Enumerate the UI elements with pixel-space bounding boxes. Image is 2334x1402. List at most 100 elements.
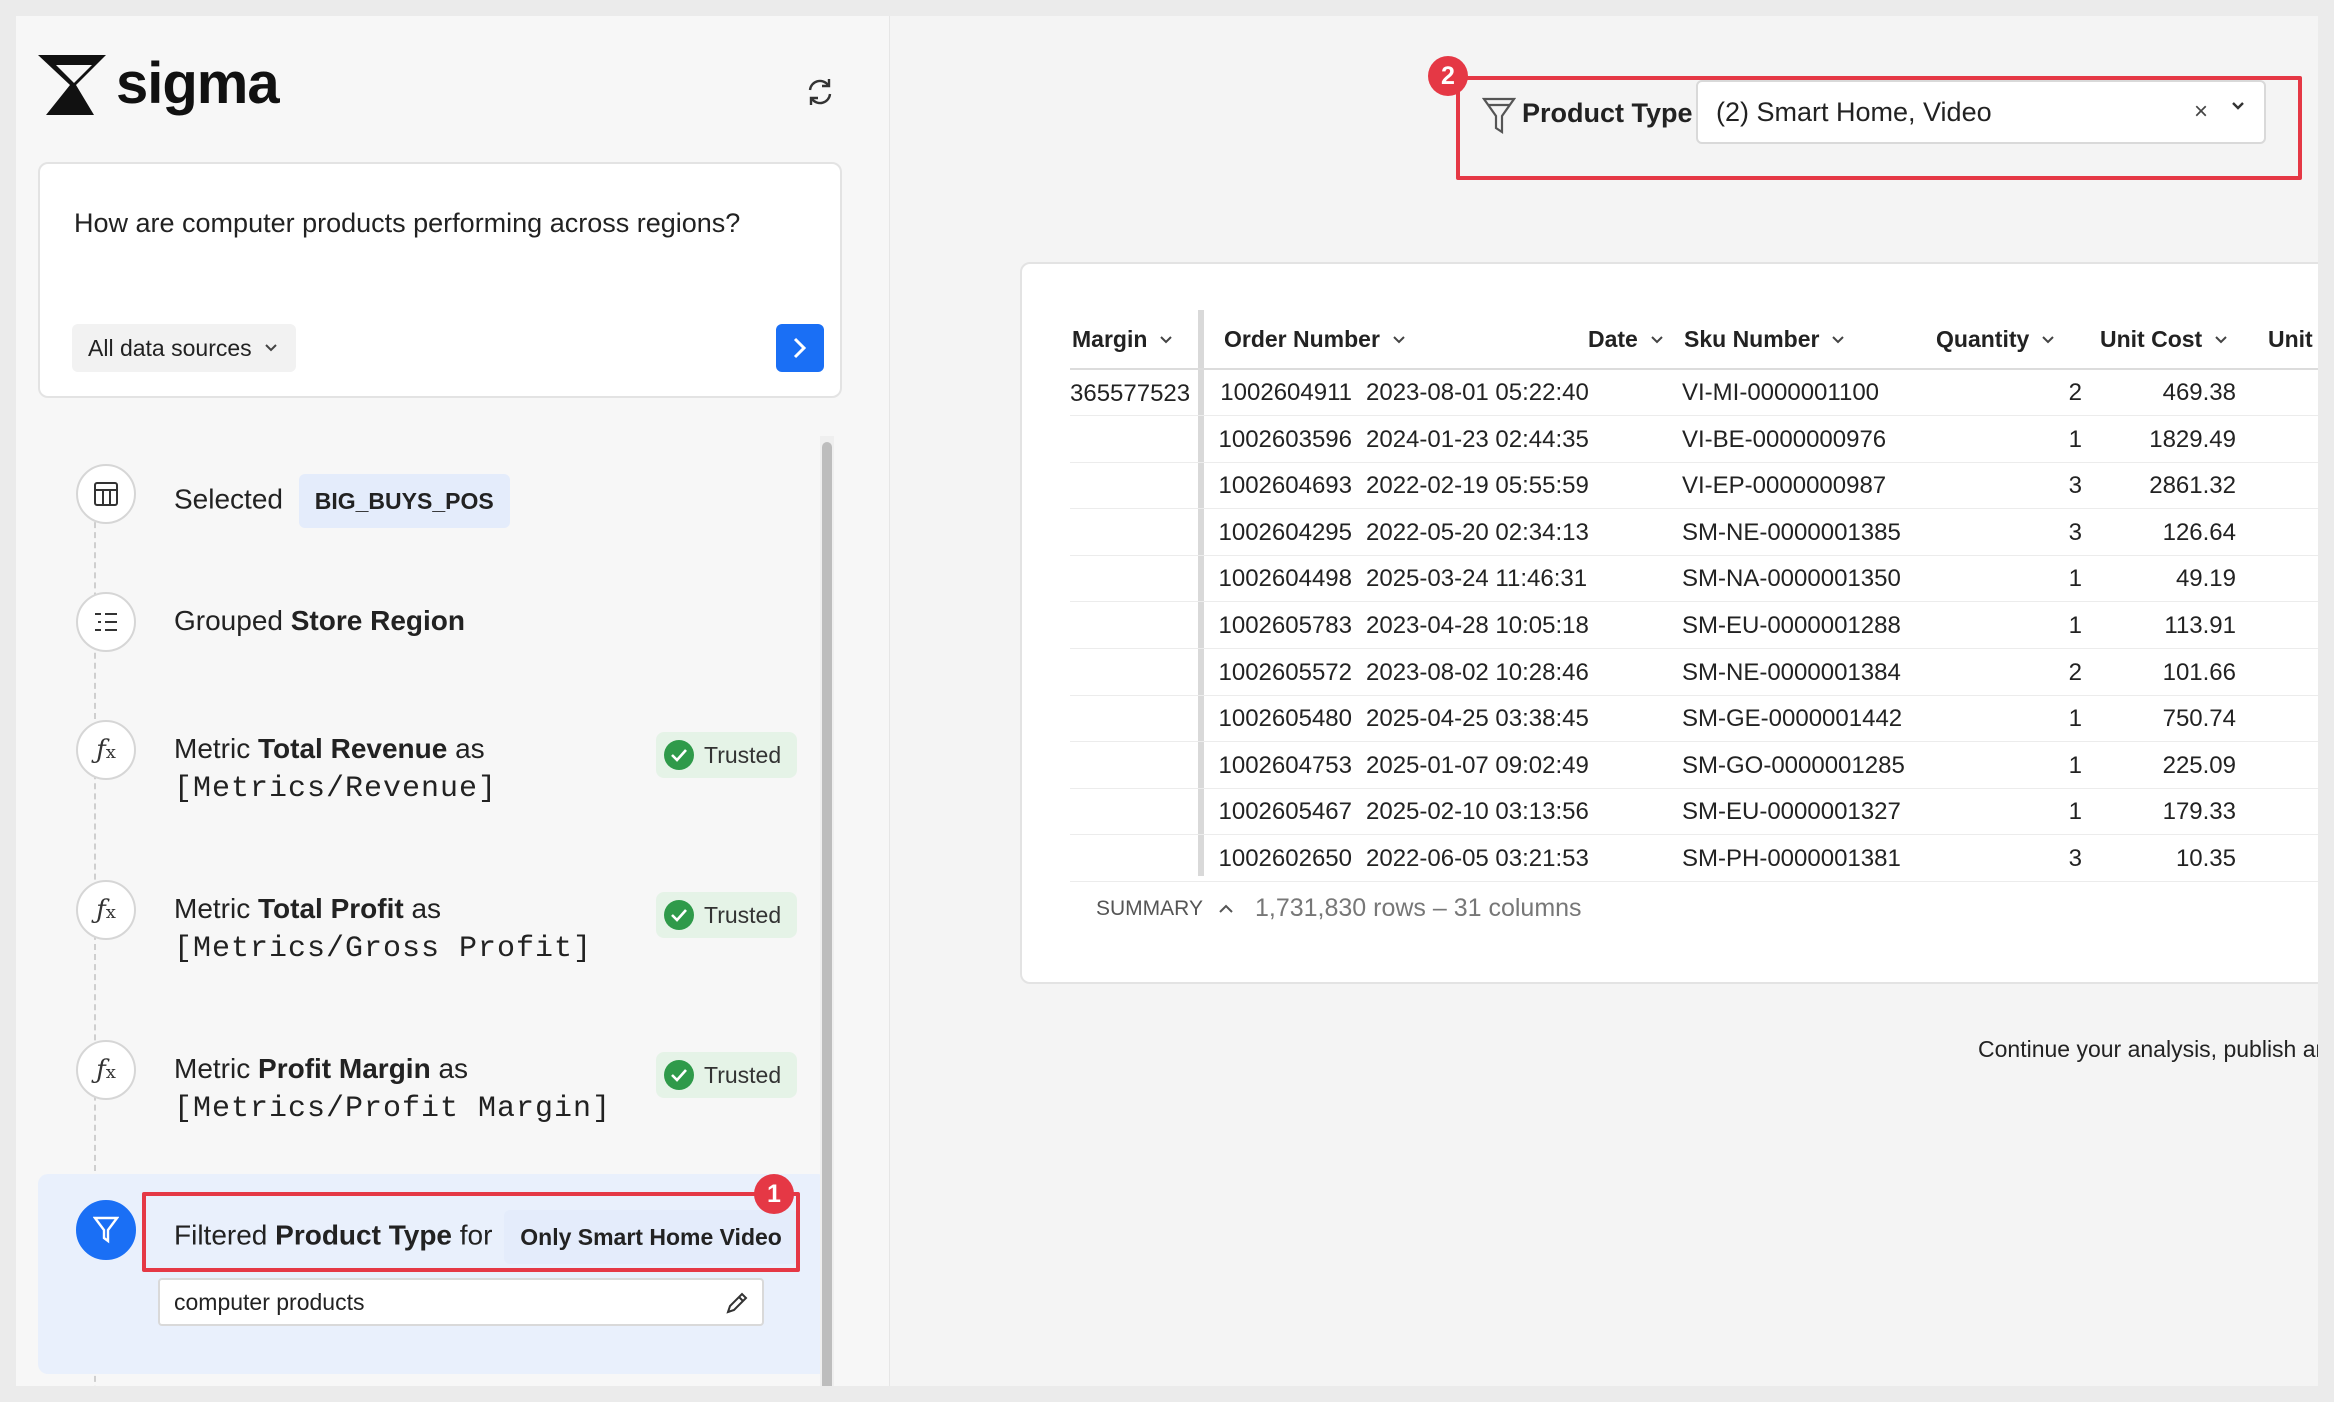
column-header-order-number[interactable]: Order Number bbox=[1224, 326, 1406, 353]
quantity-cell: 1 bbox=[2068, 751, 2082, 779]
table-row[interactable]: 1002604295 2022-05-20 02:34:13 SM-NE-00000… bbox=[1070, 510, 2318, 556]
group-icon bbox=[76, 592, 136, 652]
step-prefix: Grouped bbox=[174, 605, 283, 636]
table-row[interactable]: 1002605783 2023-04-28 10:05:18 SM-EU-00000… bbox=[1070, 603, 2318, 649]
chevron-up-icon bbox=[1219, 904, 1233, 913]
quantity-cell: 3 bbox=[2068, 518, 2082, 546]
column-header-sku-number[interactable]: Sku Number bbox=[1684, 326, 1845, 353]
column-header-unit-cost[interactable]: Unit Cost bbox=[2100, 326, 2228, 353]
column-label: Order Number bbox=[1224, 326, 1380, 352]
filter-description-text: computer products bbox=[174, 1288, 365, 1315]
column-label: Sku Number bbox=[1684, 326, 1820, 352]
table-row[interactable]: 1002604693 2022-02-19 05:55:59 VI-EP-00000… bbox=[1070, 463, 2318, 510]
sku-number-cell: SM-NE-0000001385 bbox=[1682, 518, 1901, 546]
chevron-down-icon bbox=[1160, 335, 1173, 343]
sku-number-cell: SM-PH-0000001381 bbox=[1682, 845, 1901, 872]
refresh-icon[interactable] bbox=[800, 72, 840, 112]
chevron-down-icon bbox=[1832, 335, 1845, 343]
table-icon bbox=[76, 464, 136, 524]
step-prefix: Metric bbox=[174, 1053, 251, 1084]
annotation-box-1 bbox=[142, 1192, 800, 1272]
date-cell: 2022-02-19 05:55:59 bbox=[1366, 472, 1589, 500]
order-number-cell: 1002604753 bbox=[1218, 751, 1352, 779]
annotation-badge-1: 1 bbox=[754, 1174, 794, 1214]
quantity-cell: 2 bbox=[2068, 379, 2082, 406]
column-header-unit-price[interactable]: Unit F bbox=[2268, 326, 2318, 353]
step-formula: [Metrics/Gross Profit] bbox=[174, 932, 593, 966]
column-header-quantity[interactable]: Quantity bbox=[1936, 326, 2055, 353]
trusted-label: Trusted bbox=[704, 741, 782, 768]
order-number-cell: 1002605572 bbox=[1218, 658, 1352, 686]
step-suffix: as bbox=[411, 893, 442, 924]
table-row[interactable]: 1002605480 2025-04-25 03:38:45 SM-GE-00000… bbox=[1070, 696, 2318, 743]
app-frame: sigma How are computer products performi… bbox=[16, 16, 2318, 1386]
question-text[interactable]: How are computer products performing acr… bbox=[74, 208, 740, 239]
pencil-icon[interactable] bbox=[724, 1290, 750, 1316]
question-box[interactable]: How are computer products performing acr… bbox=[38, 162, 842, 398]
unit-cost-cell: 126.64 bbox=[2162, 518, 2236, 546]
chevron-down-icon bbox=[2215, 335, 2227, 343]
table-row[interactable]: 1002604911 2023-08-01 05:22:40 VI-MI-00000… bbox=[1070, 370, 2318, 416]
order-number-cell: 1002605783 bbox=[1218, 612, 1352, 639]
check-icon bbox=[664, 740, 694, 770]
step-suffix: as bbox=[455, 733, 485, 764]
table-row[interactable]: 1002603596 2024-01-23 02:44:35 VI-BE-00000… bbox=[1070, 417, 2318, 463]
scrollbar-thumb[interactable] bbox=[822, 442, 832, 1386]
date-cell: 2025-03-24 11:46:31 bbox=[1366, 565, 1588, 593]
column-header-date[interactable]: Date bbox=[1588, 326, 1664, 353]
unit-cost-cell: 101.66 bbox=[2162, 658, 2236, 686]
step-text: Metric Total Profit as [Metrics/Gross Pr… bbox=[174, 890, 592, 968]
table-row[interactable]: 1002605572 2023-08-02 10:28:46 SM-NE-00000… bbox=[1070, 650, 2318, 696]
unit-cost-cell: 179.33 bbox=[2162, 798, 2236, 826]
table-row[interactable]: 1002604498 2025-03-24 11:46:31 SM-NA-00000… bbox=[1070, 556, 2318, 603]
chevron-down-icon bbox=[264, 344, 277, 352]
quantity-cell: 1 bbox=[2068, 798, 2082, 826]
step-field: Total Revenue bbox=[258, 733, 448, 764]
sku-number-cell: SM-NE-0000001384 bbox=[1682, 658, 1901, 686]
quantity-cell: 2 bbox=[2068, 658, 2082, 686]
step-field: Store Region bbox=[290, 605, 465, 636]
sigma-logo: sigma bbox=[36, 50, 280, 117]
quantity-cell: 1 bbox=[2068, 425, 2082, 453]
unit-cost-cell: 750.74 bbox=[2162, 705, 2236, 733]
date-cell: 2024-01-23 02:44:35 bbox=[1366, 425, 1589, 453]
function-icon: ƒx bbox=[76, 720, 136, 780]
data-sources-label: All data sources bbox=[88, 334, 252, 361]
table-header: Margin Order Number Date Sku Number Quan… bbox=[1070, 310, 2318, 370]
check-icon bbox=[664, 900, 694, 930]
sku-number-cell: SM-NA-0000001350 bbox=[1682, 565, 1901, 593]
date-cell: 2023-04-28 10:05:18 bbox=[1366, 612, 1589, 639]
date-cell: 2022-05-20 02:34:13 bbox=[1366, 518, 1589, 546]
data-sources-dropdown[interactable]: All data sources bbox=[72, 324, 296, 372]
column-label: Date bbox=[1588, 326, 1638, 352]
table-row[interactable]: 1002602650 2022-06-05 03:21:53 SM-PH-00000… bbox=[1070, 836, 2318, 882]
check-icon bbox=[664, 1060, 694, 1090]
step-field: Profit Margin bbox=[258, 1053, 431, 1084]
step-prefix: Metric bbox=[174, 893, 251, 924]
order-number-cell: 1002604498 bbox=[1218, 565, 1352, 593]
table-row[interactable]: 1002604753 2025-01-07 09:02:49 SM-GO-00000… bbox=[1070, 743, 2318, 789]
step-text: Grouped Store Region bbox=[174, 602, 465, 640]
column-label: Unit F bbox=[2268, 326, 2318, 352]
filter-description-input[interactable]: computer products bbox=[158, 1278, 764, 1326]
step-formula: [Metrics/Revenue] bbox=[174, 772, 498, 806]
date-cell: 2023-08-01 05:22:40 bbox=[1366, 379, 1589, 406]
trusted-badge: Trusted bbox=[656, 732, 798, 778]
date-cell: 2023-08-02 10:28:46 bbox=[1366, 658, 1589, 686]
table-row[interactable]: 1002605467 2025-02-10 03:13:56 SM-EU-00000… bbox=[1070, 789, 2318, 836]
trusted-badge: Trusted bbox=[656, 1052, 798, 1098]
chevron-right-icon bbox=[793, 337, 807, 359]
table-summary[interactable]: SUMMARY 1,731,830 rows – 31 columns bbox=[1096, 894, 1582, 923]
chevron-down-icon bbox=[1393, 335, 1405, 343]
sigma-logo-icon bbox=[38, 54, 106, 115]
trusted-badge: Trusted bbox=[656, 892, 798, 938]
continue-analysis-text: Continue your analysis, publish and bbox=[1978, 1036, 2318, 1062]
step-text: Metric Profit Margin as [Metrics/Profit … bbox=[174, 1050, 611, 1128]
order-number-cell: 1002602650 bbox=[1218, 845, 1352, 872]
column-header-margin[interactable]: Margin bbox=[1072, 326, 1173, 353]
send-button[interactable] bbox=[776, 324, 824, 372]
sku-number-cell: VI-MI-0000001100 bbox=[1682, 379, 1880, 406]
summary-label: SUMMARY bbox=[1096, 896, 1203, 920]
chevron-down-icon bbox=[1651, 335, 1663, 343]
date-cell: 2022-06-05 03:21:53 bbox=[1366, 845, 1589, 872]
